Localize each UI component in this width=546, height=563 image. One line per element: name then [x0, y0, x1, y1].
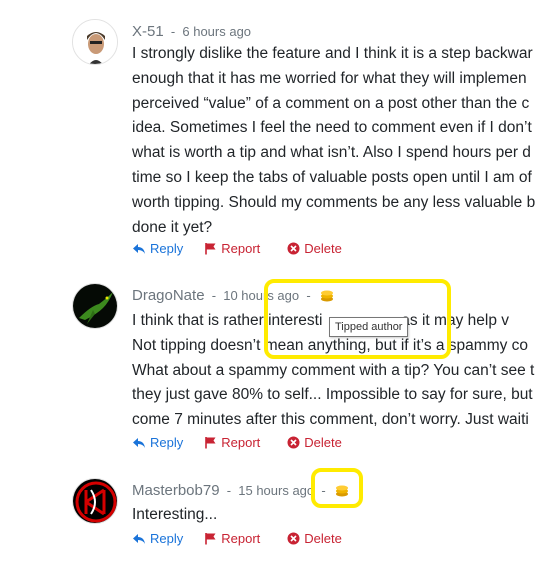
timestamp: 15 hours ago [238, 483, 315, 498]
reply-label: Reply [150, 241, 184, 256]
reply-arrow-icon [133, 533, 145, 544]
comment-actions: Reply Report Delete [132, 241, 342, 256]
comment-line: they just gave 80% to self... Impossible… [132, 386, 533, 404]
delete-label: Delete [304, 241, 342, 256]
avatar[interactable] [72, 478, 118, 524]
comment-line: I strongly dislike the feature and I thi… [132, 45, 533, 62]
comment-line: enough that it has me worried for what t… [132, 69, 527, 87]
comment-line: idea. Sometimes I feel the need to comme… [132, 119, 532, 137]
comment-meta: DragoNate - 10 hours ago - [132, 287, 334, 304]
comment-line: perceived “value” of a comment on a post… [132, 94, 530, 112]
reply-button[interactable]: Reply [132, 435, 183, 450]
separator: - [306, 288, 311, 303]
comment-actions: Reply Report Delete [132, 435, 342, 450]
author-name[interactable]: DragoNate [132, 287, 205, 304]
comment-line: Interesting... [132, 506, 218, 523]
x-circle-icon [287, 436, 300, 449]
comment-line: come 7 minutes after this comment, don’t… [132, 411, 529, 429]
avatar-dragon-icon [73, 284, 117, 328]
timestamp: 6 hours ago [182, 24, 252, 39]
delete-label: Delete [304, 435, 342, 450]
comment-line: Not tipping doesn’t mean anything, but i… [132, 336, 529, 354]
flag-icon [205, 243, 216, 255]
comment-actions: Reply Report Delete [132, 531, 342, 546]
delete-button[interactable]: Delete [287, 531, 342, 546]
reply-label: Reply [150, 435, 184, 450]
delete-button[interactable]: Delete [287, 241, 342, 256]
comment-meta: Masterbob79 - 15 hours ago - [132, 482, 349, 499]
coin-stack-icon[interactable] [320, 289, 334, 302]
delete-button[interactable]: Delete [287, 435, 342, 450]
author-name[interactable]: Masterbob79 [132, 482, 220, 499]
report-button[interactable]: Report [204, 241, 260, 256]
coin-stack-icon[interactable] [335, 484, 349, 497]
timestamp: 10 hours ago [223, 288, 300, 303]
avatar[interactable] [72, 283, 118, 329]
comment-meta: X-51 - 6 hours ago [132, 23, 251, 40]
report-label: Report [221, 531, 261, 546]
flag-icon [205, 437, 216, 449]
reply-button[interactable]: Reply [132, 241, 183, 256]
avatar[interactable] [72, 19, 118, 65]
comment-line: done it yet? [132, 218, 213, 236]
reply-label: Reply [150, 531, 184, 546]
comment-line: worth tipping. Should my comments be any… [132, 193, 536, 211]
comment-body: I strongly dislike the feature and I thi… [132, 42, 546, 240]
report-button[interactable]: Report [204, 531, 260, 546]
separator: - [170, 24, 176, 39]
report-button[interactable]: Report [204, 435, 260, 450]
report-label: Report [221, 241, 261, 256]
x-circle-icon [287, 242, 300, 255]
author-name[interactable]: X-51 [132, 23, 164, 40]
tipped-author-tooltip: Tipped author [329, 317, 409, 337]
separator: - [321, 483, 326, 498]
comment-line: what is worth a tip and what isn’t. Also… [132, 144, 531, 162]
comment-line-text: I think that is rather interesti [132, 312, 323, 329]
separator: - [226, 483, 232, 498]
delete-label: Delete [304, 531, 342, 546]
comment-line: What about a spammy comment with a tip? … [132, 361, 535, 379]
comment-line: time so I keep the tabs of valuable post… [132, 168, 532, 186]
avatar-portrait-icon [73, 20, 117, 64]
reply-button[interactable]: Reply [132, 531, 183, 546]
reply-arrow-icon [133, 437, 145, 448]
flag-icon [205, 533, 216, 545]
x-circle-icon [287, 532, 300, 545]
comment-body: Interesting... [132, 503, 546, 528]
avatar-dk-logo-icon [73, 479, 117, 523]
separator: - [211, 288, 217, 303]
report-label: Report [221, 435, 261, 450]
reply-arrow-icon [133, 243, 145, 254]
